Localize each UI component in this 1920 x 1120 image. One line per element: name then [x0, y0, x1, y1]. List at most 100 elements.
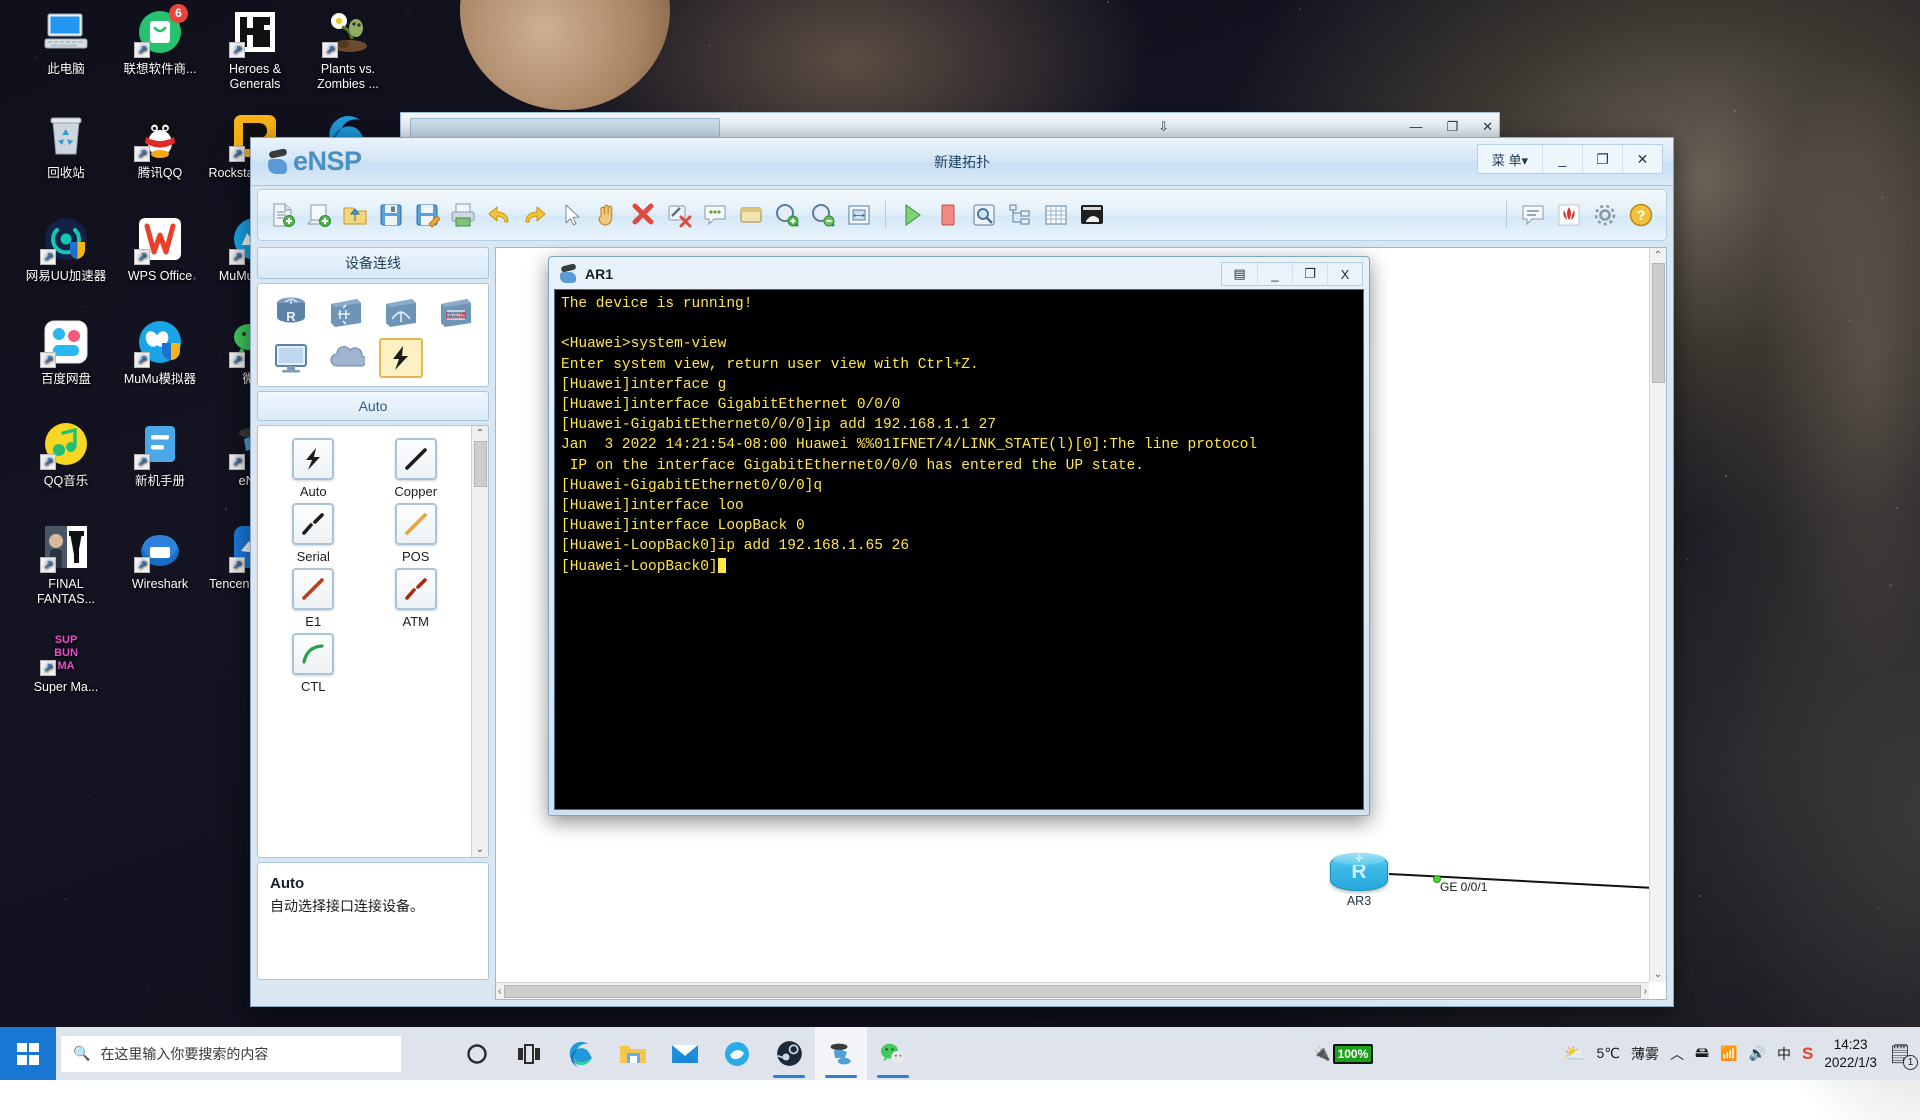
- desktop-icon-qq-music[interactable]: QQ音乐: [18, 420, 114, 489]
- desktop-icon-netease-uu[interactable]: 网易UU加速器: [18, 215, 114, 284]
- cloud-category[interactable]: [324, 338, 368, 378]
- grid-align-button[interactable]: ⟷: [842, 198, 876, 232]
- save-as-button[interactable]: [410, 198, 444, 232]
- desktop-icon-heroes-generals[interactable]: Heroes & Generals: [207, 8, 303, 92]
- taskbar-file-explorer[interactable]: [607, 1027, 659, 1080]
- ensp-menu-button[interactable]: 菜 单▾: [1478, 145, 1542, 173]
- tray-ime-icon[interactable]: 中: [1777, 1044, 1791, 1064]
- screenshot-button[interactable]: [1075, 198, 1109, 232]
- topology-device-AR3[interactable]: ✛ R AR3: [1327, 853, 1391, 908]
- cable-auto[interactable]: Auto: [267, 438, 359, 499]
- cable-list-scrollbar[interactable]: ⌃ ⌄: [471, 426, 488, 857]
- tray-hardware-icon[interactable]: 🖴: [1695, 1042, 1709, 1066]
- tray-expand-chevron-icon[interactable]: ︿: [1670, 1044, 1684, 1064]
- cable-atm[interactable]: ATM: [370, 568, 462, 629]
- canvas-scroll-down-arrow[interactable]: ⌄: [1654, 969, 1662, 980]
- settings-button[interactable]: [1588, 198, 1622, 232]
- save-button[interactable]: [374, 198, 408, 232]
- ar1-titlebar[interactable]: AR1 ▤ _ ❐ X: [551, 259, 1367, 289]
- desktop-icon-plants-vs-zombies[interactable]: Plants vs. Zombies ...: [300, 8, 396, 92]
- desktop-icon-final-fantasy[interactable]: FINAL FANTAS...: [18, 523, 114, 607]
- ar1-maximize-button[interactable]: ❐: [1292, 263, 1327, 285]
- ensp-titlebar[interactable]: eNSP 新建拓扑 菜 单▾ _ ❐ ✕: [251, 138, 1673, 186]
- cable-copper[interactable]: Copper: [370, 438, 462, 499]
- desktop-icon-recycle-bin[interactable]: 回收站: [18, 112, 114, 181]
- taskbar-microsoft-edge[interactable]: [555, 1027, 607, 1080]
- taskbar-task-view[interactable]: [503, 1027, 555, 1080]
- ar1-restore-small-button[interactable]: ▤: [1222, 263, 1257, 285]
- notification-center-icon[interactable]: 🗒1: [1888, 1042, 1912, 1066]
- cable-serial[interactable]: Serial: [267, 503, 359, 564]
- canvas-scroll-up-arrow[interactable]: ⌃: [1654, 250, 1662, 261]
- ensp-maximize-button[interactable]: ❐: [1582, 145, 1622, 173]
- tray-volume-icon[interactable]: 🔊: [1749, 1045, 1766, 1062]
- add-note-button[interactable]: [698, 198, 732, 232]
- end-device-category[interactable]: [269, 338, 313, 378]
- desktop-icon-wireshark[interactable]: Wireshark: [112, 523, 208, 592]
- stop-all-devices-button[interactable]: [931, 198, 965, 232]
- desktop-icon-baidu-netdisk[interactable]: 百度网盘: [18, 318, 114, 387]
- connection-category[interactable]: [379, 338, 423, 378]
- zoom-in-button[interactable]: [770, 198, 804, 232]
- start-button[interactable]: [0, 1027, 56, 1080]
- feedback-button[interactable]: [1516, 198, 1550, 232]
- taskbar-mail[interactable]: [659, 1027, 711, 1080]
- add-shape-button[interactable]: [734, 198, 768, 232]
- ensp-close-button[interactable]: ✕: [1622, 145, 1662, 173]
- cable-ctl[interactable]: CTL: [267, 633, 359, 694]
- topology-tree-button[interactable]: [1003, 198, 1037, 232]
- wlan-category[interactable]: [379, 292, 423, 332]
- packet-capture-button[interactable]: [967, 198, 1001, 232]
- tray-wifi-icon[interactable]: 📶: [1720, 1045, 1737, 1062]
- desktop-icon-wps-office[interactable]: WPS Office: [112, 215, 208, 284]
- pan-tool-button[interactable]: [590, 198, 624, 232]
- cable-pos[interactable]: POS: [370, 503, 462, 564]
- canvas-horizontal-scrollbar[interactable]: ‹ ›: [496, 982, 1649, 999]
- ar1-close-button[interactable]: X: [1327, 263, 1362, 285]
- desktop-icon-lenovo-store[interactable]: 6联想软件商...: [112, 8, 208, 77]
- taskbar-wechat[interactable]: [867, 1027, 919, 1080]
- firewall-category[interactable]: 防火墙: [434, 292, 478, 332]
- cable-e1[interactable]: E1: [267, 568, 359, 629]
- new-device-button[interactable]: [302, 198, 336, 232]
- taskbar-search-box[interactable]: 🔍 在这里输入你要搜索的内容: [61, 1036, 401, 1072]
- zoom-out-button[interactable]: [806, 198, 840, 232]
- background-window-pin-icon[interactable]: ⇩: [1158, 119, 1169, 135]
- new-topology-button[interactable]: [266, 198, 300, 232]
- print-button[interactable]: [446, 198, 480, 232]
- delete-link-button[interactable]: [662, 198, 696, 232]
- canvas-vscroll-thumb[interactable]: [1652, 263, 1665, 383]
- desktop-icon-super-mario[interactable]: SUP BUN MASuper Ma...: [18, 626, 114, 695]
- ensp-minimize-button[interactable]: _: [1542, 145, 1582, 173]
- undo-button[interactable]: [482, 198, 516, 232]
- help-button[interactable]: ?: [1624, 198, 1658, 232]
- delete-button[interactable]: [626, 198, 660, 232]
- cable-scroll-down-arrow[interactable]: ⌄: [476, 844, 484, 855]
- taskbar-ensp[interactable]: [815, 1027, 867, 1080]
- switch-category[interactable]: [324, 292, 368, 332]
- canvas-scroll-left-arrow[interactable]: ‹: [498, 986, 501, 997]
- huawei-logo-button[interactable]: [1552, 198, 1586, 232]
- open-topology-button[interactable]: [338, 198, 372, 232]
- taskbar-cortana[interactable]: [451, 1027, 503, 1080]
- select-tool-button[interactable]: [554, 198, 588, 232]
- background-window-minimize[interactable]: —: [1409, 119, 1422, 135]
- ar1-minimize-button[interactable]: _: [1257, 263, 1292, 285]
- taskbar-clock[interactable]: 14:23 2022/1/3: [1824, 1036, 1877, 1072]
- redo-button[interactable]: [518, 198, 552, 232]
- canvas-vertical-scrollbar[interactable]: ⌃ ⌄: [1649, 248, 1666, 982]
- cable-scroll-up-arrow[interactable]: ⌃: [476, 428, 484, 439]
- canvas-hscroll-thumb[interactable]: [504, 985, 1640, 998]
- background-window-maximize[interactable]: ❐: [1446, 119, 1458, 135]
- desktop-icon-mumu-emulator[interactable]: MuMu模拟器: [112, 318, 208, 387]
- desktop-icon-tencent-qq[interactable]: 腾讯QQ: [112, 112, 208, 181]
- desktop-icon-this-pc[interactable]: 此电脑: [18, 8, 114, 77]
- tray-sogou-icon[interactable]: S: [1802, 1044, 1813, 1064]
- start-all-devices-button[interactable]: [895, 198, 929, 232]
- ar1-terminal-output[interactable]: The device is running! <Huawei>system-vi…: [554, 289, 1364, 810]
- canvas-scroll-right-arrow[interactable]: ›: [1644, 986, 1647, 997]
- taskbar-steam[interactable]: [763, 1027, 815, 1080]
- background-window-close[interactable]: ✕: [1482, 119, 1493, 135]
- battery-indicator[interactable]: 🔌 100%: [1313, 1044, 1373, 1064]
- taskbar-2345-browser[interactable]: [711, 1027, 763, 1080]
